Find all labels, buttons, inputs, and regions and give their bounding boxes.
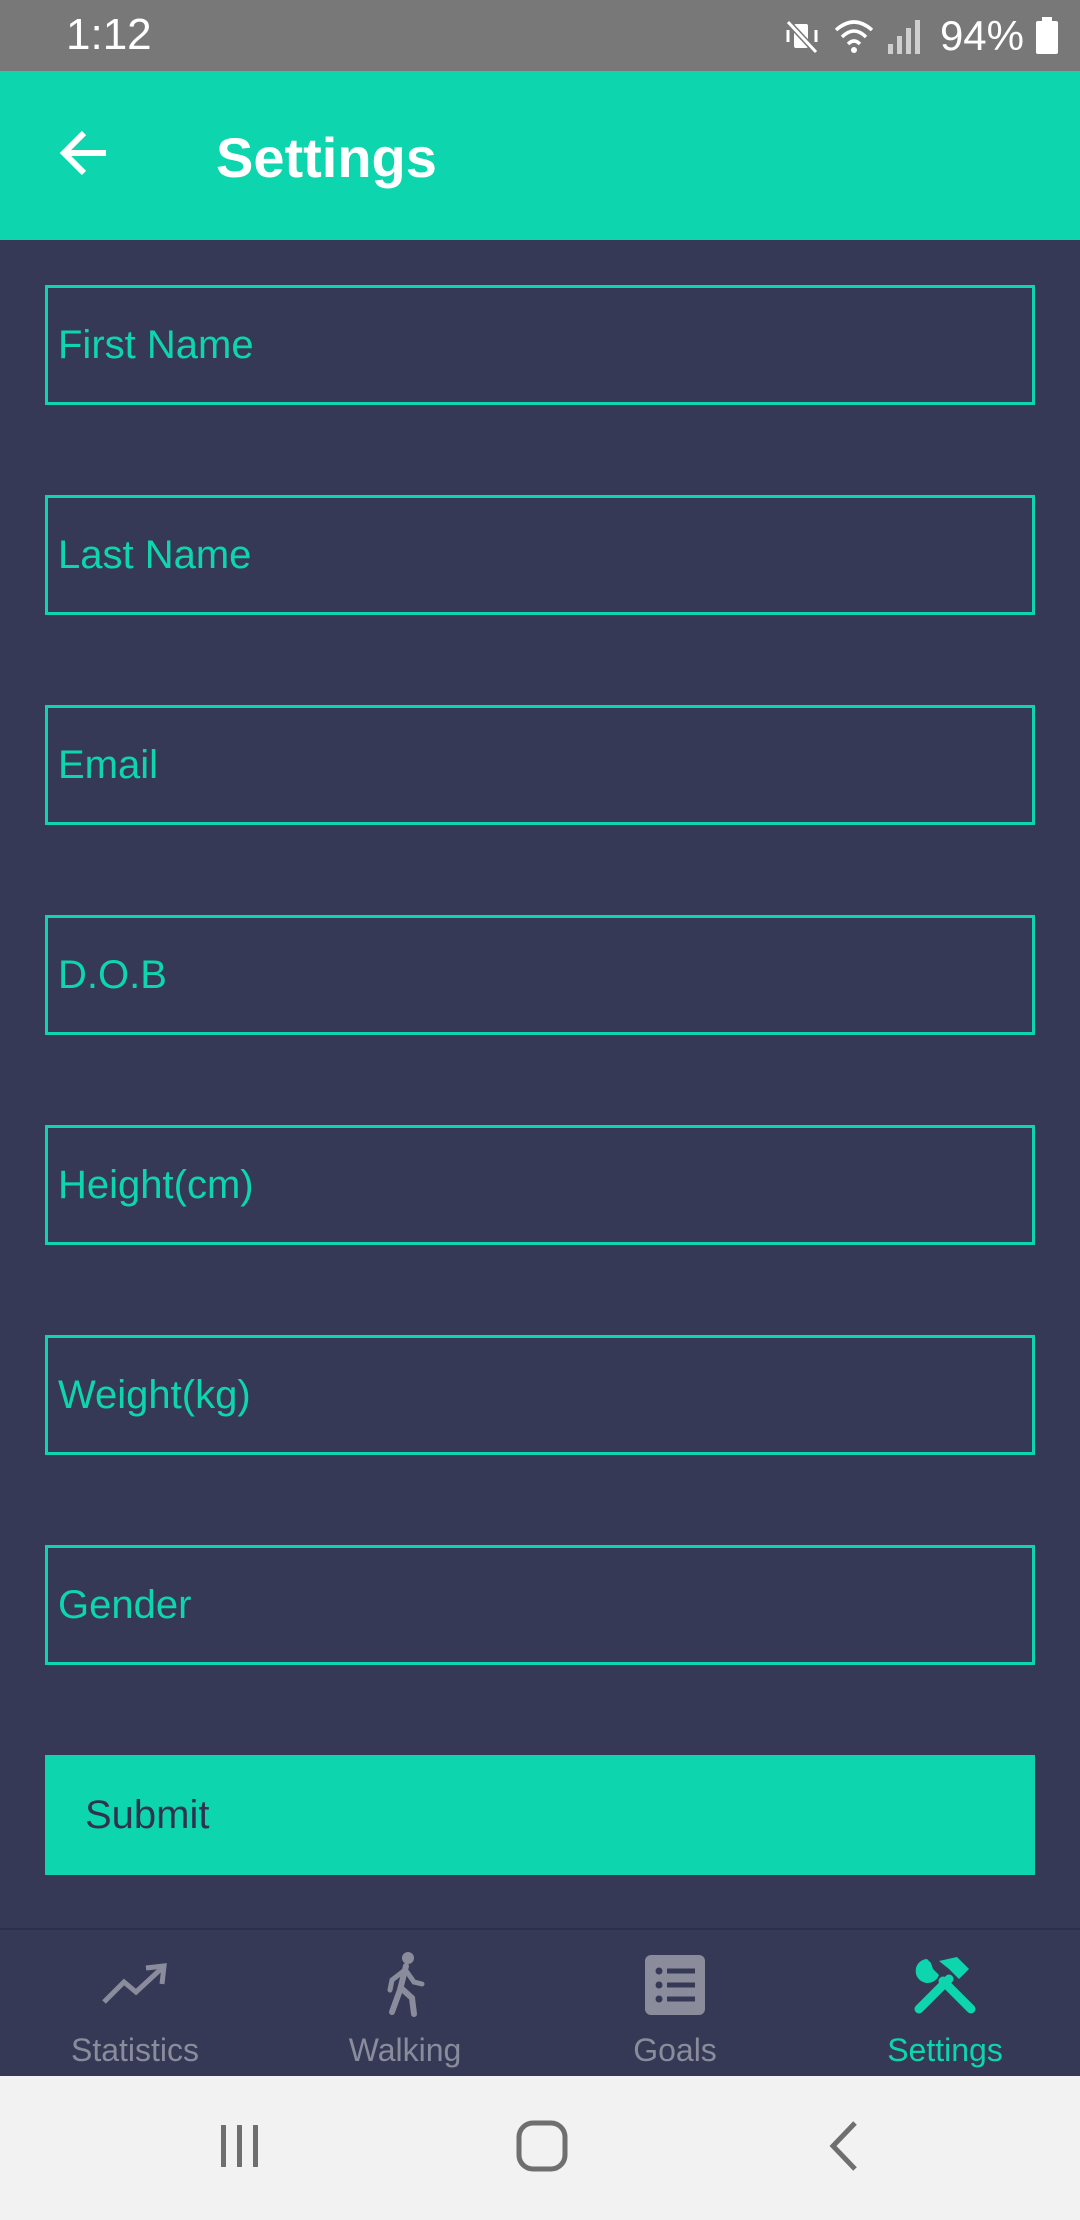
- back-icon: [825, 2119, 865, 2178]
- nav-item-walking[interactable]: Walking: [270, 1930, 540, 2076]
- mute-vibrate-icon: [782, 16, 822, 56]
- signal-icon: [886, 16, 922, 56]
- nav-item-statistics[interactable]: Statistics: [0, 1930, 270, 2076]
- bottom-nav: Statistics Walking Goals Settings: [0, 1928, 1080, 2076]
- nav-label: Statistics: [70, 2032, 200, 2068]
- last-name-field[interactable]: [45, 495, 1035, 615]
- nav-item-goals[interactable]: Goals: [540, 1930, 810, 2076]
- recents-icon: [215, 2121, 265, 2176]
- tools-icon: [909, 1950, 981, 2020]
- dob-field[interactable]: [45, 915, 1035, 1035]
- system-back-button[interactable]: [775, 2076, 915, 2220]
- nav-label: Walking: [348, 2032, 462, 2068]
- gender-field[interactable]: [45, 1545, 1035, 1665]
- back-button[interactable]: [44, 115, 124, 195]
- app-bar: Settings: [0, 71, 1080, 240]
- status-icons: 94%: [782, 12, 1060, 60]
- recents-button[interactable]: [170, 2076, 310, 2220]
- email-field[interactable]: [45, 705, 1035, 825]
- home-button[interactable]: [472, 2076, 612, 2220]
- arrow-left-icon: [56, 125, 112, 186]
- system-nav-bar: [0, 2076, 1080, 2220]
- walking-person-icon: [380, 1950, 430, 2020]
- battery-icon: [1034, 16, 1060, 56]
- list-icon: [643, 1950, 707, 2020]
- home-icon: [515, 2119, 569, 2178]
- status-time: 1:12: [66, 10, 152, 59]
- height-field[interactable]: [45, 1125, 1035, 1245]
- page-title: Settings: [216, 126, 437, 189]
- status-bar: 1:12 94%: [0, 0, 1080, 71]
- first-name-field[interactable]: [45, 285, 1035, 405]
- submit-button[interactable]: Submit: [45, 1755, 1035, 1875]
- trending-up-icon: [100, 1950, 170, 2020]
- battery-percent: 94%: [939, 12, 1024, 59]
- nav-label: Goals: [633, 2032, 717, 2068]
- weight-field[interactable]: [45, 1335, 1035, 1455]
- wifi-icon: [832, 16, 876, 56]
- nav-item-settings[interactable]: Settings: [810, 1930, 1080, 2076]
- nav-label: Settings: [887, 2032, 1003, 2068]
